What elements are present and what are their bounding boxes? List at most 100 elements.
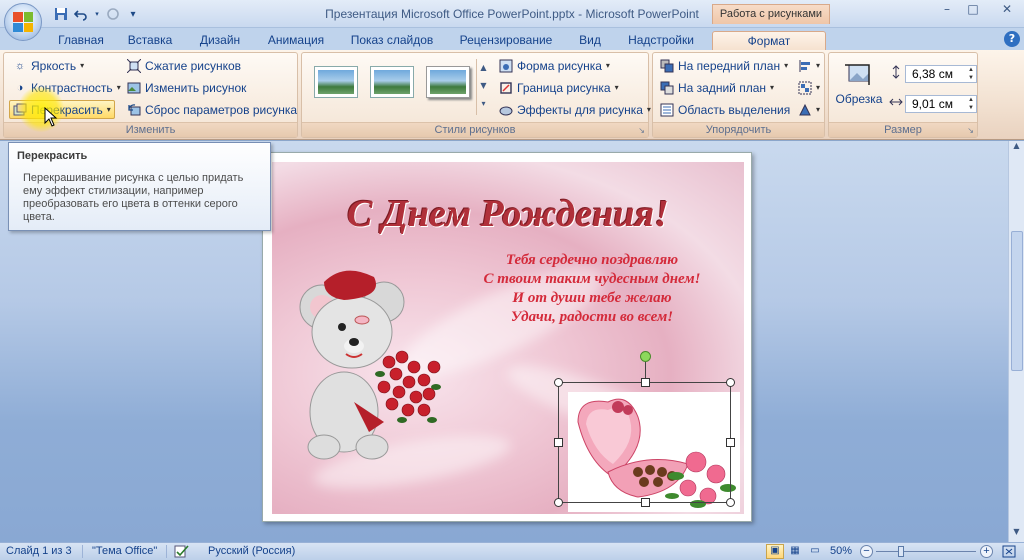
group-objects-button[interactable]: ▾ xyxy=(795,78,823,97)
bring-to-front-button[interactable]: На передний план ▾ xyxy=(657,56,791,75)
group-arrange: На передний план ▾ На задний план ▾ Област… xyxy=(652,52,825,138)
tab-view[interactable]: Вид xyxy=(570,31,610,50)
height-icon xyxy=(889,65,903,82)
tab-home[interactable]: Главная xyxy=(52,31,110,50)
spinner-arrows-icon[interactable]: ▲ ▼ xyxy=(968,66,974,82)
selection-pane-icon xyxy=(660,103,674,117)
brightness-icon: ☼ xyxy=(14,59,26,72)
mouse-cursor-icon xyxy=(44,107,58,127)
poem-line[interactable]: С твоим таким чудесным днем! xyxy=(442,271,742,288)
resize-handle[interactable] xyxy=(726,378,735,387)
style-thumbnail[interactable] xyxy=(426,66,470,98)
picture-shape-button[interactable]: Форма рисунка ▾ xyxy=(496,56,613,75)
poem-line[interactable]: Тебя сердечно поздравляю xyxy=(442,252,742,269)
restore-button[interactable]: □ xyxy=(960,2,986,20)
poem-line[interactable]: Удачи, радости во всем! xyxy=(442,309,742,326)
title-bar: ▾ ▾ Презентация Microsoft Office PowerPo… xyxy=(0,0,1024,28)
style-gallery-scroll[interactable]: ▲ ▼ ▾ xyxy=(476,59,490,115)
picture-border-button[interactable]: Граница рисунка ▾ xyxy=(496,78,622,97)
zoom-slider-thumb[interactable] xyxy=(898,546,904,557)
style-thumbnail[interactable] xyxy=(370,66,414,98)
change-picture-icon xyxy=(127,81,141,95)
tab-review[interactable]: Рецензирование xyxy=(450,31,562,50)
compress-pictures-button[interactable]: Сжатие рисунков xyxy=(124,56,244,75)
tab-format[interactable]: Формат xyxy=(712,31,826,50)
tooltip-body: Перекрашивание рисунка с целью придать е… xyxy=(23,172,244,223)
width-spinner[interactable]: 9,01 см ▲ ▼ xyxy=(905,95,977,113)
office-logo-icon xyxy=(13,12,33,32)
slide-title[interactable]: С Днем Рождения! xyxy=(272,192,744,236)
rotate-icon xyxy=(798,103,812,117)
spellcheck-icon[interactable] xyxy=(174,545,190,559)
style-thumbnail[interactable] xyxy=(314,66,358,98)
zoom-out-icon[interactable]: − xyxy=(860,545,873,558)
rotation-handle[interactable] xyxy=(640,351,651,362)
selection-pane-button[interactable]: Область выделения xyxy=(657,100,793,119)
group-size-label: Размер xyxy=(829,122,977,137)
fit-to-window-icon[interactable] xyxy=(1002,545,1016,559)
rotate-button[interactable]: ▾ xyxy=(795,100,823,119)
group-icon xyxy=(798,81,812,95)
height-spinner[interactable]: 6,38 см ▲ ▼ xyxy=(905,65,977,83)
tab-insert[interactable]: Вставка xyxy=(118,31,182,50)
zoom-slider-track[interactable] xyxy=(876,551,976,552)
gallery-up-icon[interactable]: ▲ xyxy=(477,59,490,77)
zoom-level[interactable]: 50% xyxy=(830,545,852,559)
send-to-back-button[interactable]: На задний план ▾ xyxy=(657,78,777,97)
effects-icon xyxy=(499,103,513,117)
picture-effects-button[interactable]: Эффекты для рисунка ▾ xyxy=(496,100,654,119)
resize-handle[interactable] xyxy=(554,378,563,387)
theme-name[interactable]: "Тема Office" xyxy=(92,545,157,559)
poem-line[interactable]: И от души тебе желаю xyxy=(442,290,742,307)
group-picture-styles-label: Стили рисунков xyxy=(302,122,648,137)
minimize-button[interactable]: – xyxy=(934,2,960,20)
vertical-scrollbar[interactable]: ▲ ▼ xyxy=(1008,141,1024,542)
tab-addins[interactable]: Надстройки xyxy=(618,31,704,50)
resize-handle[interactable] xyxy=(726,498,735,507)
office-button[interactable] xyxy=(4,3,42,41)
gallery-down-icon[interactable]: ▼ xyxy=(477,77,490,95)
scroll-thumb[interactable] xyxy=(1011,231,1023,371)
slide-counter: Слайд 1 из 3 xyxy=(6,545,72,557)
dialog-launcher-icon[interactable]: ↘ xyxy=(638,126,645,135)
normal-view-icon[interactable]: ▣ xyxy=(766,544,784,559)
crop-button[interactable]: Обрезка xyxy=(833,57,885,115)
close-button[interactable]: ✕ xyxy=(994,2,1020,20)
resize-handle[interactable] xyxy=(554,438,563,447)
send-back-icon xyxy=(660,81,674,95)
tab-slideshow[interactable]: Показ слайдов xyxy=(342,31,442,50)
slideshow-view-icon[interactable]: ▭ xyxy=(806,544,824,559)
teddy-bear-image[interactable] xyxy=(284,262,454,462)
border-icon xyxy=(499,81,513,95)
slide-sorter-icon[interactable]: ▦ xyxy=(786,544,804,559)
zoom-in-icon[interactable]: + xyxy=(980,545,993,558)
resize-handle[interactable] xyxy=(641,378,650,387)
selection-frame xyxy=(558,382,731,503)
dialog-launcher-icon[interactable]: ↘ xyxy=(967,126,974,135)
tab-animation[interactable]: Анимация xyxy=(258,31,334,50)
gallery-more-icon[interactable]: ▾ xyxy=(477,95,490,113)
align-button[interactable]: ▾ xyxy=(795,56,823,75)
group-size: Обрезка 6,38 см ▲ ▼ 9,01 см ▲ ▼ Размер ↘ xyxy=(828,52,978,138)
change-picture-button[interactable]: Изменить рисунок xyxy=(124,78,249,97)
brightness-button[interactable]: ☼ Яркость ▾ xyxy=(10,56,87,75)
status-bar: Слайд 1 из 3 "Тема Office" Русский (Росс… xyxy=(0,542,1024,560)
compress-icon xyxy=(127,58,141,73)
resize-handle[interactable] xyxy=(641,498,650,507)
group-arrange-label: Упорядочить xyxy=(653,122,824,137)
shape-icon xyxy=(499,59,513,73)
scroll-down-icon[interactable]: ▼ xyxy=(1009,527,1024,541)
picture-tools-header: Работа с рисунками xyxy=(712,4,830,24)
recolor-tooltip: Перекрасить Перекрашивание рисунка с цел… xyxy=(8,142,271,231)
resize-handle[interactable] xyxy=(554,498,563,507)
help-icon[interactable]: ? xyxy=(1004,31,1020,47)
tooltip-title: Перекрасить xyxy=(17,150,88,162)
scroll-up-icon[interactable]: ▲ xyxy=(1009,141,1024,155)
crop-icon xyxy=(845,64,870,85)
tab-design[interactable]: Дизайн xyxy=(190,31,250,50)
reset-picture-button[interactable]: Сброс параметров рисунка xyxy=(124,100,300,119)
ribbon: ☼ Яркость ▾ ◑ Контрастность ▾ Перекрасить ▾… xyxy=(0,50,1024,140)
resize-handle[interactable] xyxy=(726,438,735,447)
language-indicator[interactable]: Русский (Россия) xyxy=(208,545,295,559)
spinner-arrows-icon[interactable]: ▲ ▼ xyxy=(968,96,974,112)
